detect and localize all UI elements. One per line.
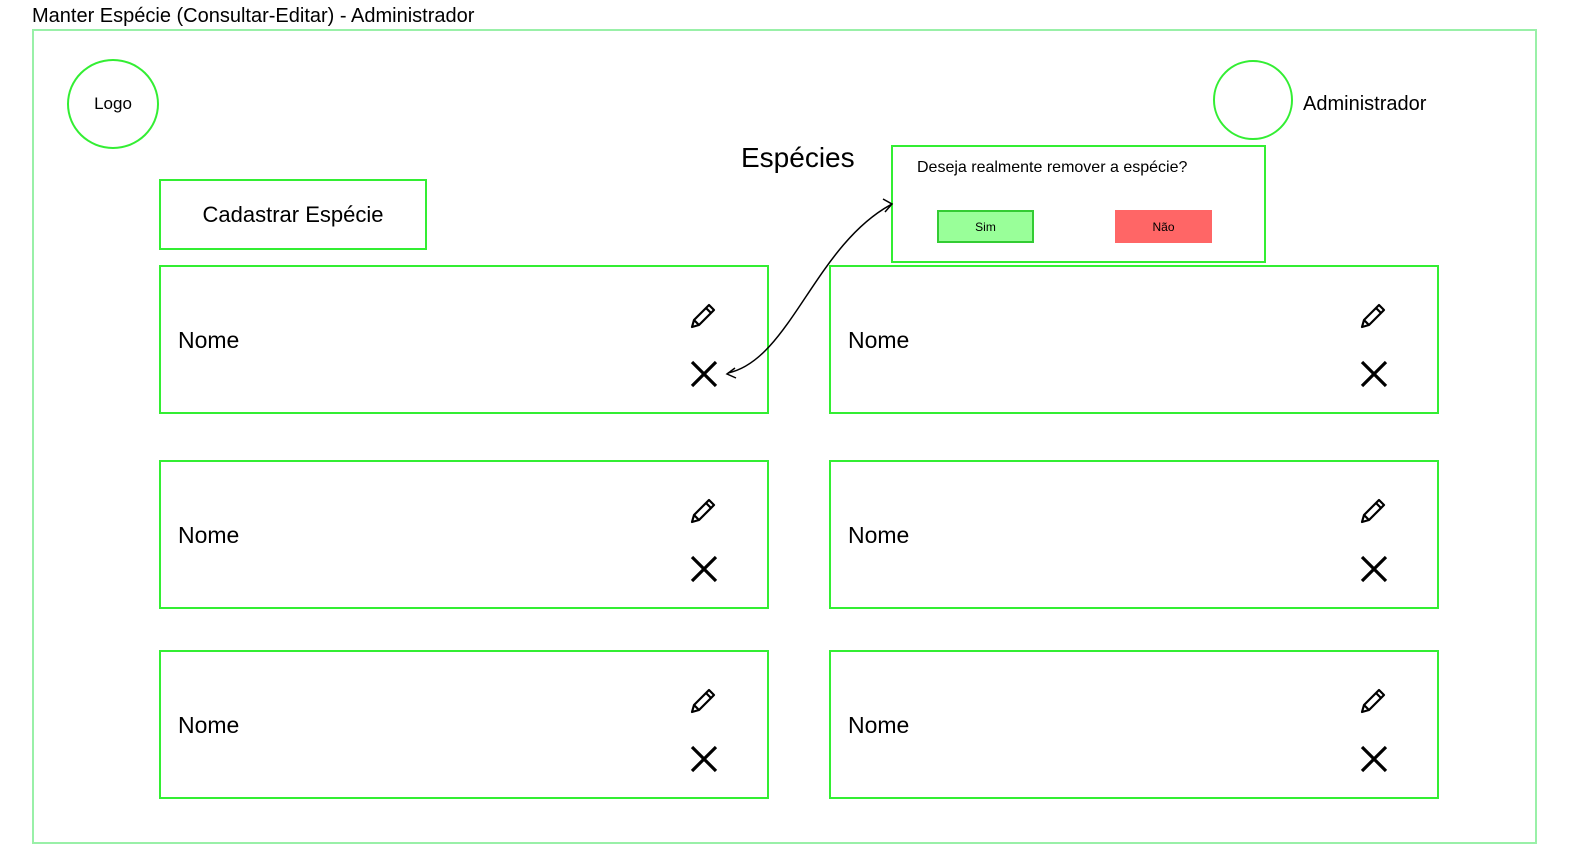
pencil-icon[interactable] xyxy=(1357,685,1389,717)
close-icon[interactable] xyxy=(688,743,720,775)
close-icon[interactable] xyxy=(688,553,720,585)
confirm-no-label: Não xyxy=(1152,219,1175,234)
confirm-no-button[interactable]: Não xyxy=(1115,210,1212,243)
user-name: Administrador xyxy=(1303,93,1427,115)
close-icon[interactable] xyxy=(1358,358,1390,390)
confirm-yes-label: Sim xyxy=(975,219,996,234)
logo-label: Logo xyxy=(94,94,132,113)
confirm-message: Deseja realmente remover a espécie? xyxy=(917,159,1188,176)
logo: Logo xyxy=(67,59,159,149)
species-card: Nome xyxy=(829,460,1439,609)
species-card: Nome xyxy=(159,650,769,799)
page-title: Manter Espécie (Consultar-Editar) - Admi… xyxy=(32,5,475,27)
species-name: Nome xyxy=(848,522,910,548)
add-species-button[interactable]: Cadastrar Espécie xyxy=(159,179,427,250)
species-name: Nome xyxy=(178,712,240,738)
close-icon[interactable] xyxy=(1358,553,1390,585)
species-name: Nome xyxy=(178,327,240,353)
pencil-icon[interactable] xyxy=(687,300,719,332)
species-name: Nome xyxy=(178,522,240,548)
avatar[interactable] xyxy=(1213,60,1293,140)
close-icon[interactable] xyxy=(688,358,720,390)
section-title: Espécies xyxy=(741,142,855,173)
species-card: Nome xyxy=(829,265,1439,414)
species-card: Nome xyxy=(159,460,769,609)
confirm-remove-dialog: Deseja realmente remover a espécie? Sim … xyxy=(891,145,1266,263)
confirm-yes-button[interactable]: Sim xyxy=(937,210,1034,243)
species-name: Nome xyxy=(848,712,910,738)
species-card: Nome xyxy=(159,265,769,414)
pencil-icon[interactable] xyxy=(687,495,719,527)
species-name: Nome xyxy=(848,327,910,353)
pencil-icon[interactable] xyxy=(1357,300,1389,332)
close-icon[interactable] xyxy=(1358,743,1390,775)
pencil-icon[interactable] xyxy=(1357,495,1389,527)
species-card: Nome xyxy=(829,650,1439,799)
add-species-button-label: Cadastrar Espécie xyxy=(202,201,384,227)
pencil-icon[interactable] xyxy=(687,685,719,717)
